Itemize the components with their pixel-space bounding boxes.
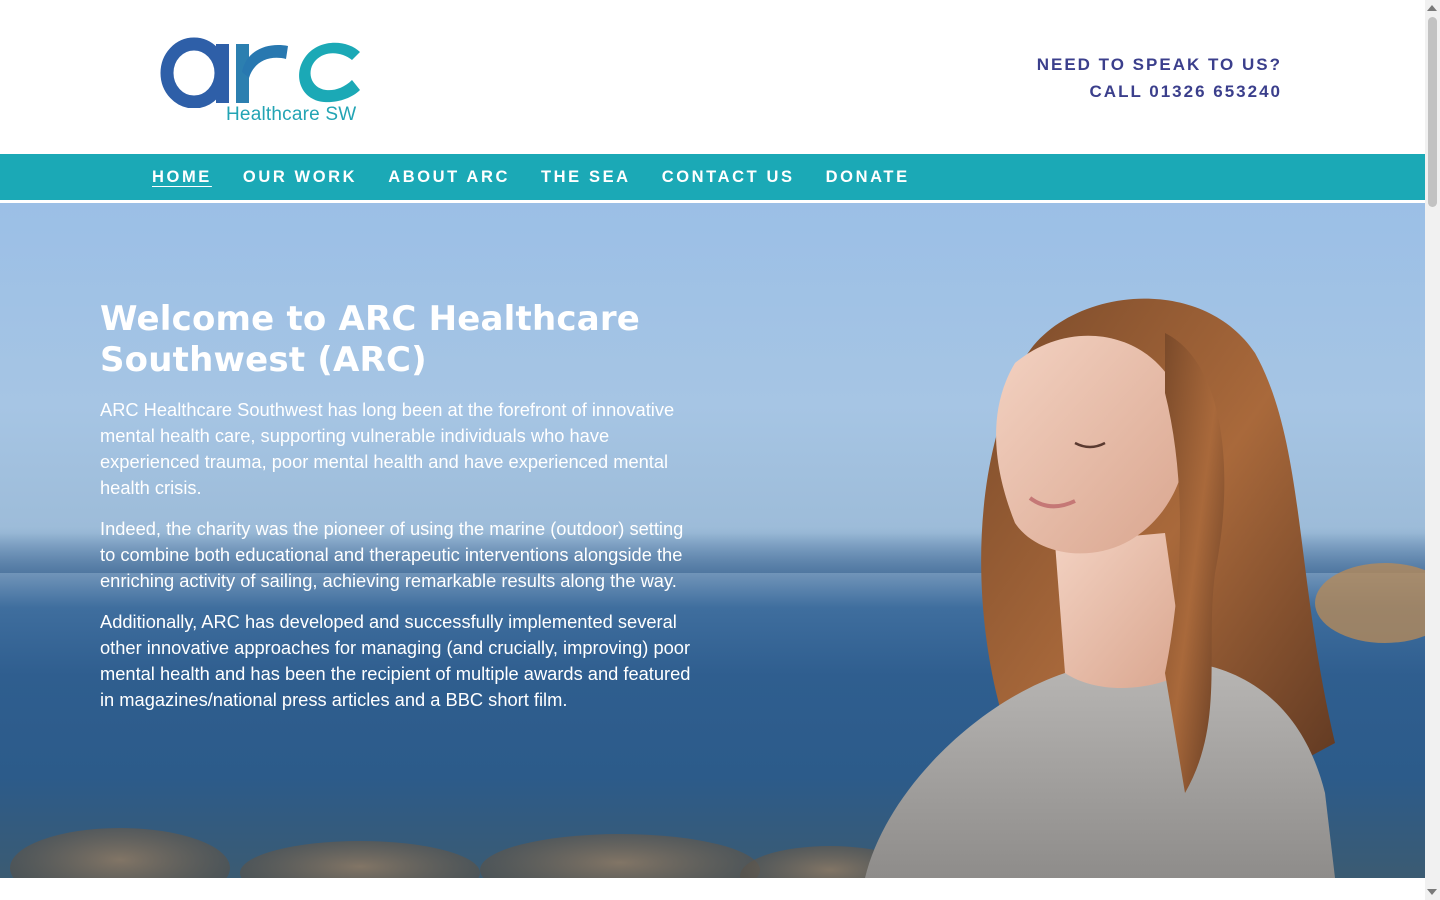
- hero-paragraph-1: ARC Healthcare Southwest has long been a…: [100, 399, 675, 498]
- scroll-down-icon[interactable]: [1427, 889, 1437, 895]
- logo-subtitle: Healthcare SW: [226, 104, 357, 125]
- nav-item-home[interactable]: HOME: [152, 168, 212, 187]
- site-header: Healthcare SW NEED TO SPEAK TO US? CALL …: [0, 0, 1425, 154]
- page: Healthcare SW NEED TO SPEAK TO US? CALL …: [0, 0, 1425, 900]
- hero-paragraph-3: Additionally, ARC has developed and succ…: [100, 611, 691, 710]
- contact-cta[interactable]: NEED TO SPEAK TO US? CALL 01326 653240: [1037, 51, 1282, 105]
- hero-banner: Welcome to ARC Healthcare Southwest (ARC…: [0, 203, 1425, 878]
- foreground-rocks: [10, 828, 900, 878]
- scroll-up-icon[interactable]: [1427, 5, 1437, 11]
- nav-list: HOME OUR WORK ABOUT ARC THE SEA CONTACT …: [152, 154, 941, 200]
- nav-item-donate[interactable]: DONATE: [826, 168, 910, 187]
- nav-item-about-arc[interactable]: ABOUT ARC: [388, 168, 510, 187]
- content-below-fold: [0, 878, 1425, 900]
- hero-title: Welcome to ARC Healthcare Southwest (ARC…: [100, 299, 641, 380]
- nav-item-our-work[interactable]: OUR WORK: [243, 168, 357, 187]
- cta-line-phone[interactable]: CALL 01326 653240: [1037, 78, 1282, 105]
- arc-logo[interactable]: Healthcare SW: [160, 28, 366, 128]
- page-scrollbar[interactable]: [1425, 0, 1440, 900]
- arc-wordmark: [160, 37, 360, 108]
- hero-paragraph-2: Indeed, the charity was the pioneer of u…: [100, 518, 684, 591]
- nav-item-the-sea[interactable]: THE SEA: [541, 168, 631, 187]
- cta-line-speak: NEED TO SPEAK TO US?: [1036, 55, 1282, 74]
- scrollbar-thumb[interactable]: [1428, 17, 1437, 207]
- main-nav: HOME OUR WORK ABOUT ARC THE SEA CONTACT …: [0, 154, 1425, 203]
- woman-photo: [865, 298, 1425, 878]
- nav-item-contact-us[interactable]: CONTACT US: [662, 168, 795, 187]
- hero-text: Welcome to ARC Healthcare Southwest (ARC…: [100, 299, 710, 728]
